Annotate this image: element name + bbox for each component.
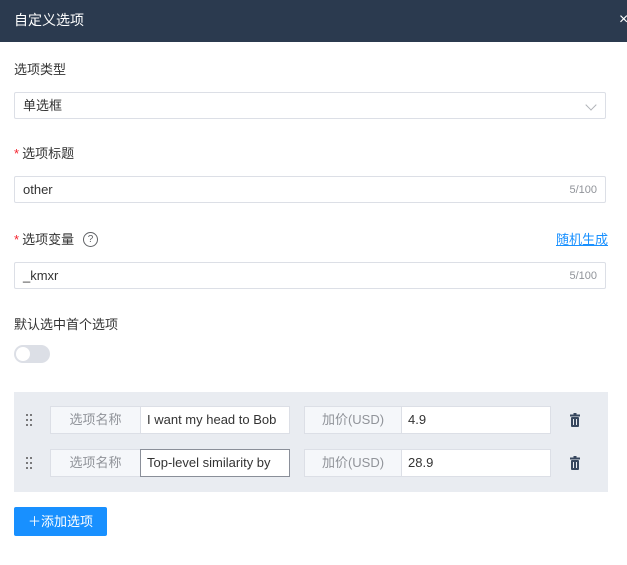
option-row: 选项名称 I want my head to Bob 加价(USD) 4.9 [14, 406, 608, 436]
close-icon[interactable]: × [619, 11, 627, 29]
option-name-caption: 选项名称 [50, 406, 141, 434]
price-caption: 加价(USD) [304, 406, 402, 434]
chevron-down-icon [585, 99, 597, 111]
dialog-header: 自定义选项 × [0, 0, 627, 42]
option-type-select[interactable]: 单选框 [14, 92, 606, 119]
default-first-label: 默认选中首个选项 [14, 317, 119, 332]
option-type-label: 选项类型 [14, 62, 67, 77]
option-variable-counter: 5/100 [569, 270, 597, 282]
option-variable-label: * 选项变量 [14, 232, 74, 248]
dialog-title: 自定义选项 [14, 12, 84, 28]
option-name-input[interactable]: I want my head to Bob [140, 406, 290, 434]
toggle-knob [16, 347, 30, 361]
price-caption: 加价(USD) [304, 449, 402, 477]
drag-handle-icon[interactable] [26, 414, 32, 426]
required-mark: * [14, 146, 20, 161]
price-input[interactable]: 4.9 [401, 406, 551, 434]
option-variable-label-text: 选项变量 [22, 232, 75, 247]
random-generate-link[interactable]: 随机生成 [556, 232, 608, 248]
option-name-caption: 选项名称 [50, 449, 141, 477]
option-variable-value: _kmxr [23, 268, 59, 283]
option-title-label-text: 选项标题 [22, 146, 75, 161]
price-input[interactable]: 28.9 [401, 449, 551, 477]
required-mark: * [14, 232, 20, 247]
option-title-label: * 选项标题 [14, 146, 74, 162]
add-option-button[interactable]: ＋添加选项 [14, 507, 107, 536]
drag-handle-icon[interactable] [26, 457, 32, 469]
option-type-value: 单选框 [23, 98, 63, 113]
option-title-input[interactable]: other 5/100 [14, 176, 606, 203]
option-name-input[interactable]: Top-level similarity by [140, 449, 290, 477]
trash-icon[interactable] [570, 456, 580, 470]
option-variable-input[interactable]: _kmxr 5/100 [14, 262, 606, 289]
option-title-counter: 5/100 [569, 184, 597, 196]
options-panel: 选项名称 I want my head to Bob 加价(USD) 4.9 选… [14, 392, 608, 492]
option-title-value: other [23, 182, 53, 197]
trash-icon[interactable] [570, 413, 580, 427]
option-row: 选项名称 Top-level similarity by 加价(USD) 28.… [14, 449, 608, 479]
help-icon[interactable]: ? [83, 232, 98, 247]
default-first-toggle[interactable] [14, 345, 50, 363]
